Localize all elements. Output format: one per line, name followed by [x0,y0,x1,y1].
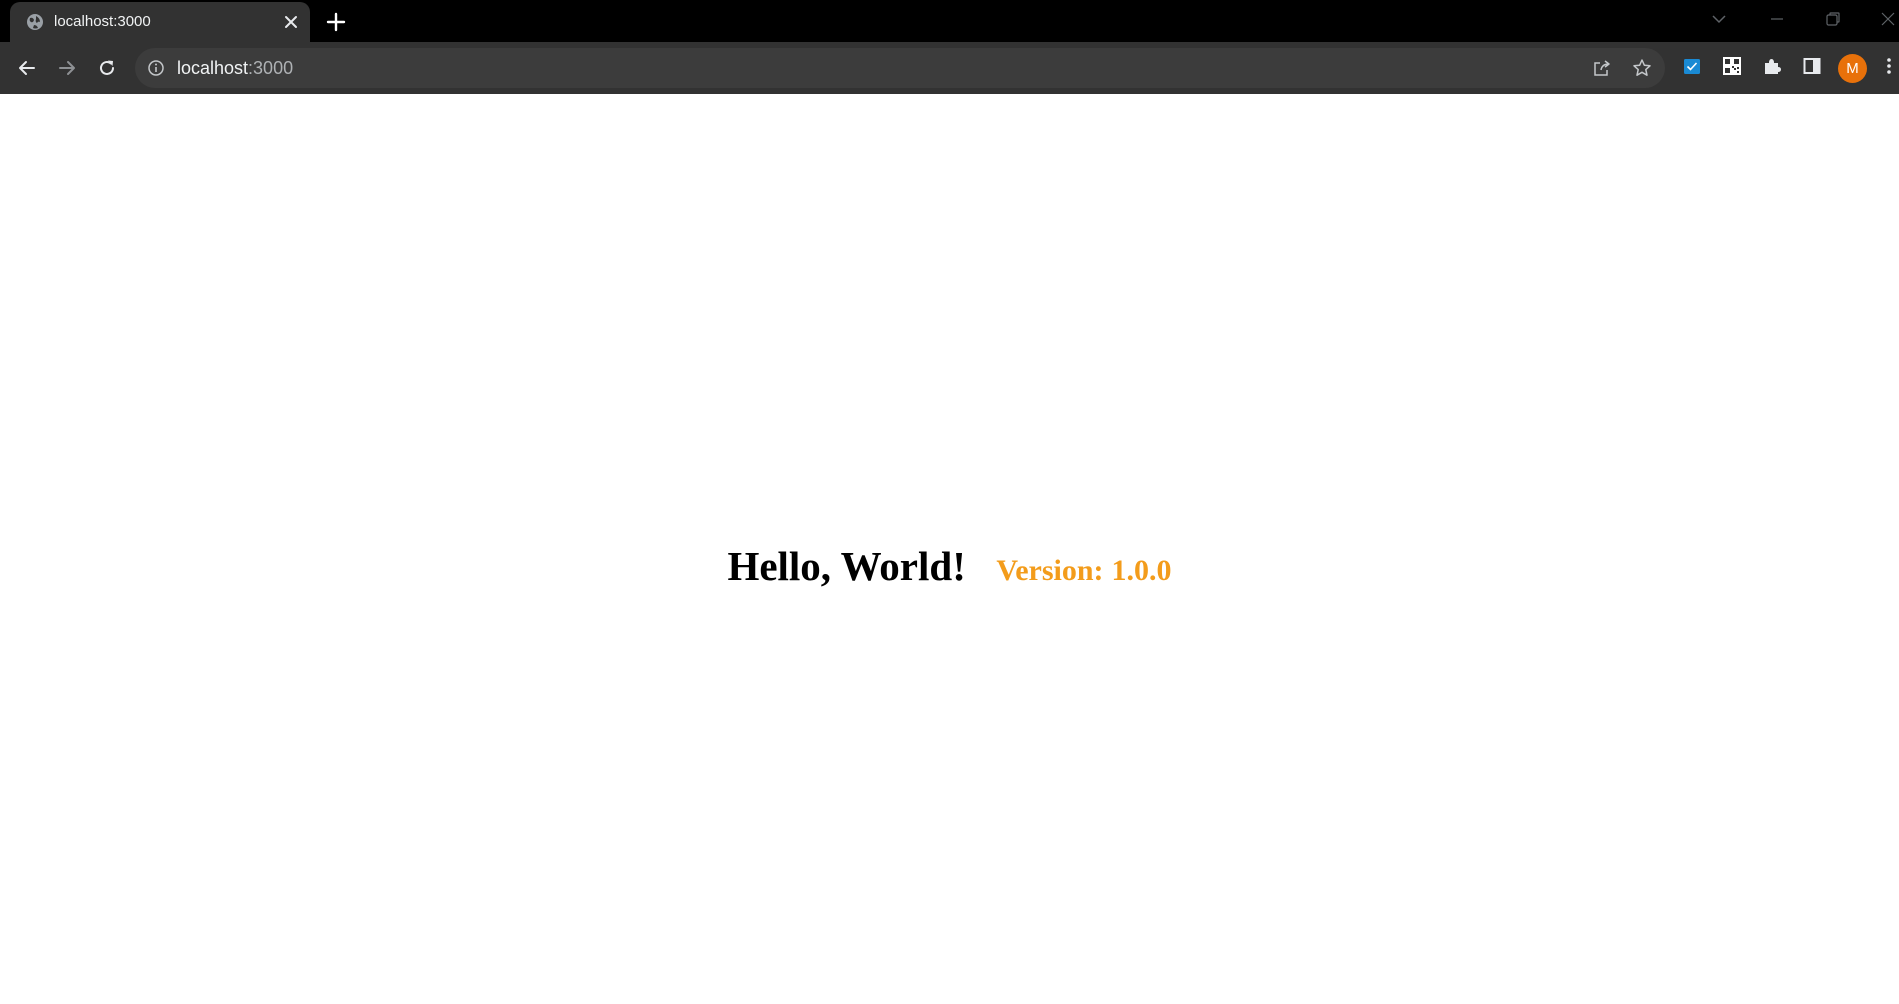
checkbox-extension-icon[interactable] [1679,53,1705,79]
puzzle-icon[interactable] [1759,53,1785,79]
page-viewport: Hello, World! Version: 1.0.0 [0,94,1899,1004]
browser-window: localhost:3000 localhost:3000 M Hello, W… [0,0,1899,1004]
page-title: Hello, World! [727,543,966,589]
url-text[interactable]: localhost:3000 [177,58,293,78]
minimize-icon[interactable] [1754,6,1800,32]
share-icon[interactable] [1591,57,1613,79]
arrow-right-icon[interactable] [53,54,81,82]
browser-toolbar: localhost:3000 M [0,42,1899,94]
reload-icon[interactable] [93,54,121,82]
info-icon[interactable] [147,59,165,77]
kebab-menu-icon[interactable] [1881,53,1897,79]
qr-code-icon[interactable] [1719,53,1745,79]
url-host: localhost [177,58,249,78]
globe-icon [26,13,44,31]
header-row: Hello, World! Version: 1.0.0 [0,542,1899,590]
side-panel-icon[interactable] [1799,53,1825,79]
address-bar[interactable]: localhost:3000 [135,48,1665,88]
url-port: :3000 [248,58,294,78]
avatar[interactable]: M [1838,54,1867,83]
tab-strip: localhost:3000 [0,0,1899,42]
arrow-left-icon[interactable] [13,54,41,82]
close-icon[interactable] [281,12,301,32]
tab-localhost[interactable]: localhost:3000 [10,2,310,42]
star-icon[interactable] [1631,57,1653,79]
tab-title: localhost:3000 [54,13,151,30]
tab-search-icon[interactable] [1696,6,1742,32]
restore-icon[interactable] [1810,6,1856,32]
version-label: Version: 1.0.0 [996,554,1171,588]
version-value: 1.0.0 [1111,554,1172,587]
version-label-text: Version: [996,554,1104,587]
close-icon[interactable] [1865,6,1899,32]
plus-icon[interactable] [323,9,349,35]
